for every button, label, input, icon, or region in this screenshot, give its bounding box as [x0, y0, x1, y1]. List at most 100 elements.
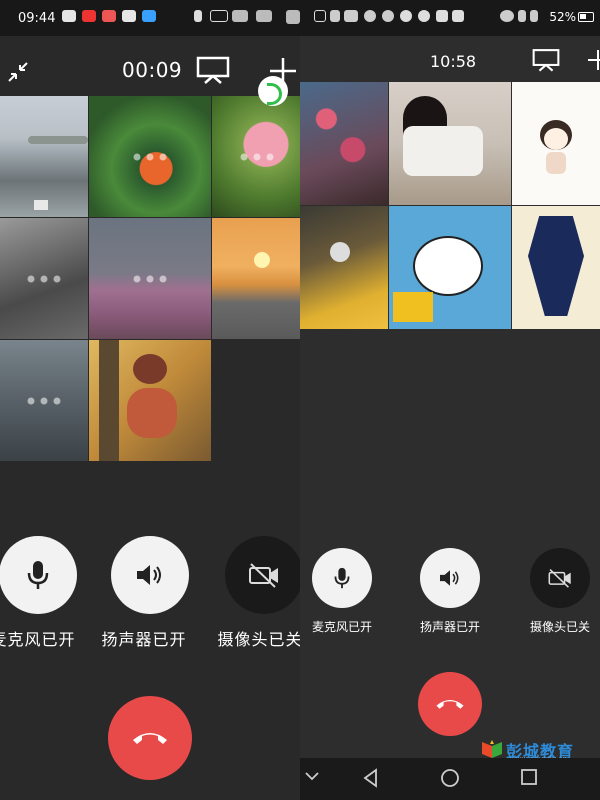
child — [127, 388, 177, 438]
back-icon[interactable] — [362, 768, 380, 788]
home-icon[interactable] — [440, 768, 460, 788]
participant-tile[interactable] — [0, 218, 88, 339]
speaker-button[interactable] — [420, 548, 480, 608]
status-bar: 09:44 — [0, 0, 300, 36]
app-icon — [142, 10, 156, 22]
mic-status-icon — [530, 10, 538, 22]
participant-tile[interactable] — [300, 82, 388, 205]
speaker-label: 扬声器已开 — [101, 630, 187, 649]
participant-tile[interactable] — [300, 206, 388, 329]
hat — [133, 354, 167, 384]
hd-icon — [314, 10, 326, 22]
app-icon — [102, 10, 116, 22]
wifi-icon — [364, 10, 376, 22]
speaker-label: 扬声器已开 — [419, 620, 480, 634]
ball — [330, 242, 350, 262]
minimize-icon[interactable] — [6, 60, 30, 84]
participant-tile[interactable] — [212, 218, 300, 339]
recents-icon[interactable] — [520, 768, 538, 786]
app-icon — [82, 10, 96, 22]
app-icon — [452, 10, 464, 22]
calligraphy — [528, 216, 584, 316]
speaker-toggle[interactable]: 扬声器已开 — [101, 536, 192, 650]
cartoon-body — [546, 152, 566, 174]
signal-icon — [256, 10, 272, 22]
right-call-screen: 52% 10:58 麦克风已开 扬声器已开 摄像头已关 彭城教育 — [300, 0, 600, 800]
screen-share-icon[interactable] — [196, 56, 230, 84]
hangup-button[interactable] — [108, 696, 192, 780]
lamp — [393, 292, 433, 322]
mic-status-icon — [194, 10, 202, 22]
person — [403, 126, 483, 176]
camera-toggle[interactable]: 摄像头已关 — [217, 536, 300, 650]
wechat-icon — [62, 10, 76, 22]
battery-icon — [578, 12, 594, 22]
participant-tile[interactable] — [212, 96, 300, 217]
island — [28, 136, 88, 144]
app-icon — [382, 10, 394, 22]
phone-hangup-icon — [133, 733, 167, 744]
mic-label: 麦克风已开 — [0, 630, 76, 649]
participant-tile[interactable] — [389, 206, 511, 329]
phone-hangup-icon — [436, 700, 464, 709]
cartoon-face — [544, 128, 568, 150]
boat — [34, 200, 48, 210]
add-member-icon[interactable] — [586, 48, 600, 72]
participant-tile[interactable] — [89, 96, 211, 217]
microphone-icon — [334, 567, 350, 589]
call-header: 00:09 — [0, 44, 300, 92]
camera-button[interactable] — [225, 536, 300, 614]
loading-indicator — [240, 153, 274, 160]
left-call-screen: 09:44 00:09 克风已开 扬声器已开 摄像头已关 — [0, 0, 300, 800]
call-timer: 10:58 — [430, 52, 477, 71]
mic-toggle[interactable]: 麦克风已开 — [0, 536, 80, 650]
sun — [254, 252, 270, 268]
call-header: 10:58 — [300, 40, 600, 84]
camera-label: 摄像头已关 — [217, 630, 300, 649]
camera-off-icon — [249, 563, 278, 588]
speaker-toggle[interactable]: 扬声器已开 — [414, 548, 486, 635]
mic-button[interactable] — [0, 536, 77, 614]
participant-tile[interactable] — [0, 340, 88, 461]
signal-icon — [232, 10, 248, 22]
battery-percent: 52% — [549, 10, 576, 24]
participant-tile[interactable] — [512, 82, 600, 205]
participant-tile[interactable] — [512, 206, 600, 329]
chat-icon — [418, 10, 430, 22]
speaker-icon — [440, 570, 459, 586]
signal-icon — [330, 10, 340, 22]
participant-tile[interactable] — [389, 82, 511, 205]
speaking-indicator-icon — [258, 76, 288, 106]
participant-tile[interactable] — [89, 218, 211, 339]
mic-label: 麦克风已开 — [311, 620, 372, 634]
video-grid — [300, 82, 600, 329]
navigation-bar — [300, 758, 600, 800]
loading-indicator — [27, 397, 61, 404]
participant-tile[interactable] — [89, 340, 211, 461]
cartoon-cat — [413, 236, 483, 296]
loading-indicator — [27, 275, 61, 282]
camera-button[interactable] — [530, 548, 590, 608]
mic-button[interactable] — [312, 548, 372, 608]
loading-indicator — [133, 275, 167, 282]
eye-icon — [500, 10, 514, 22]
chevron-down-icon[interactable] — [304, 768, 320, 784]
camera-toggle[interactable]: 摄像头已关 — [524, 548, 596, 635]
screen-share-icon[interactable] — [532, 48, 560, 72]
bluetooth-icon — [518, 10, 526, 22]
status-bar: 52% — [300, 0, 600, 36]
participant-tile[interactable] — [0, 96, 88, 217]
loading-indicator — [133, 153, 167, 160]
app-icon — [436, 10, 448, 22]
hangup-button[interactable] — [418, 672, 482, 736]
microphone-icon — [27, 561, 49, 589]
battery-icon — [286, 10, 300, 24]
call-timer: 00:09 — [122, 58, 183, 82]
speaker-button[interactable] — [111, 536, 189, 614]
video-grid — [0, 96, 300, 461]
camera-label: 摄像头已关 — [529, 620, 590, 634]
signal-icon — [344, 10, 358, 22]
status-time: 09:44 — [18, 11, 56, 26]
mic-toggle[interactable]: 麦克风已开 — [306, 548, 378, 635]
book-logo-icon — [482, 740, 502, 758]
